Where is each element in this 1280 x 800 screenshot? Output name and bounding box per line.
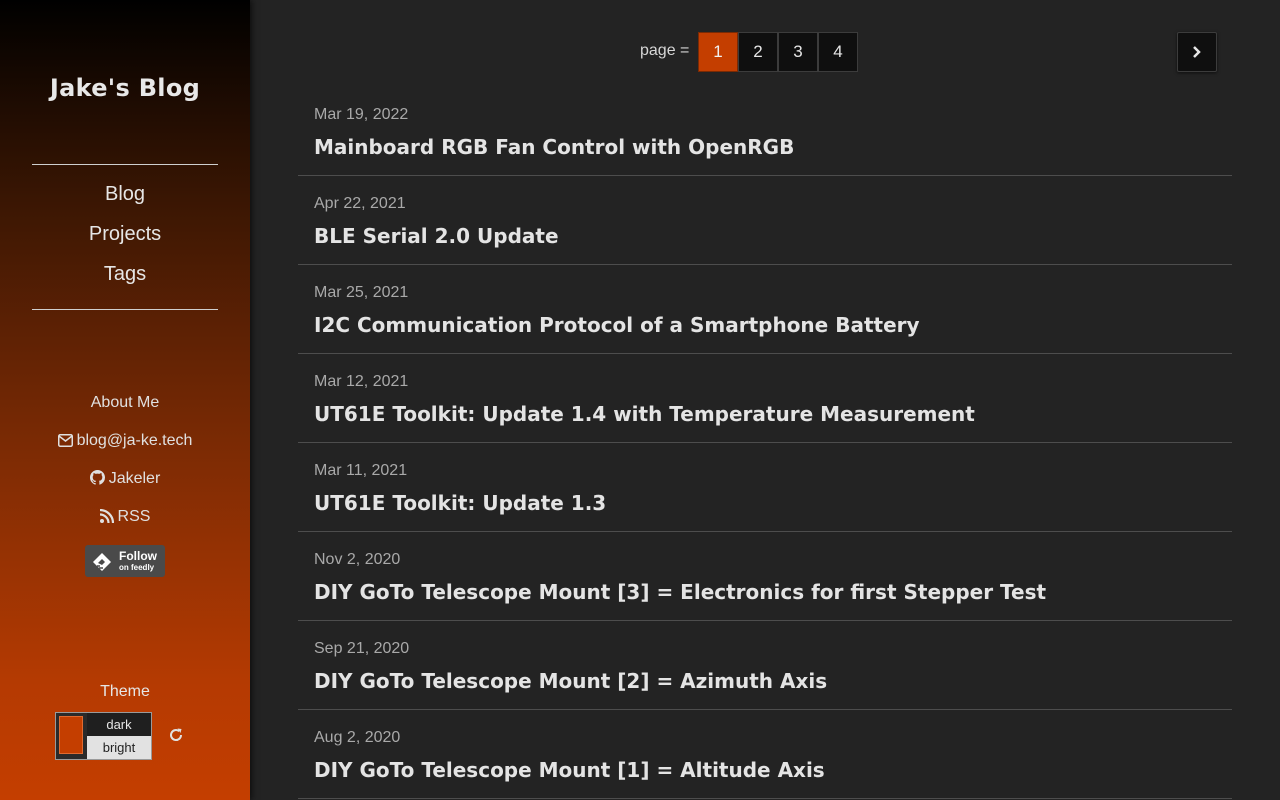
email-address: blog@ja-ke.tech: [76, 432, 193, 449]
post-date: Mar 25, 2021: [314, 284, 409, 301]
about-me-link[interactable]: About Me: [0, 392, 250, 430]
rss-label: RSS: [117, 508, 151, 525]
nav-item-tags[interactable]: Tags: [32, 259, 218, 299]
post-date: Aug 2, 2020: [314, 729, 401, 746]
about-me-label: About Me: [90, 394, 160, 411]
post-title-link[interactable]: Mainboard RGB Fan Control with OpenRGB: [314, 135, 794, 159]
theme-color-swatch[interactable]: [59, 716, 83, 754]
page-button-2[interactable]: 2: [738, 32, 778, 72]
post-title-link[interactable]: UT61E Toolkit: Update 1.3: [314, 491, 606, 515]
feedly-icon: [91, 552, 113, 576]
post-item[interactable]: Sep 21, 2020 DIY GoTo Telescope Mount [2…: [298, 621, 1232, 710]
post-list: Mar 19, 2022 Mainboard RGB Fan Control w…: [298, 87, 1232, 799]
main-nav: Blog Projects Tags: [32, 164, 218, 310]
pagination-label: page =: [640, 42, 690, 59]
post-title-link[interactable]: BLE Serial 2.0 Update: [314, 224, 559, 248]
post-date: Mar 12, 2021: [314, 373, 409, 390]
nav-item-blog[interactable]: Blog: [32, 179, 218, 219]
main-content: page = 1 2 3 4 Mar 19, 2022 Mainboard RG…: [250, 0, 1280, 800]
nav-item-projects[interactable]: Projects: [32, 219, 218, 259]
post-item[interactable]: Apr 22, 2021 BLE Serial 2.0 Update: [298, 176, 1232, 265]
page-button-4[interactable]: 4: [818, 32, 858, 72]
theme-option-bright[interactable]: bright: [87, 736, 151, 759]
email-link[interactable]: blog@ja-ke.tech: [0, 430, 250, 468]
site-title[interactable]: Jake's Blog: [0, 74, 250, 102]
github-link[interactable]: Jakeler: [0, 468, 250, 506]
follow-on-feedly-button[interactable]: Follow on feedly: [85, 545, 165, 577]
post-item[interactable]: Aug 2, 2020 DIY GoTo Telescope Mount [1]…: [298, 710, 1232, 799]
theme-selector[interactable]: dark bright: [55, 712, 152, 760]
chevron-right-icon: [1193, 46, 1201, 58]
post-date: Sep 21, 2020: [314, 640, 410, 657]
post-title-link[interactable]: DIY GoTo Telescope Mount [3] = Electroni…: [314, 580, 1046, 604]
feedly-label-line2: on feedly: [119, 563, 155, 572]
github-username: Jakeler: [108, 470, 161, 487]
post-date: Mar 11, 2021: [314, 462, 408, 479]
sidebar: Jake's Blog Blog Projects Tags About Me …: [0, 0, 250, 800]
page-button-1[interactable]: 1: [698, 32, 738, 72]
post-title-link[interactable]: DIY GoTo Telescope Mount [1] = Altitude …: [314, 758, 825, 782]
post-title-link[interactable]: DIY GoTo Telescope Mount [2] = Azimuth A…: [314, 669, 827, 693]
rss-link[interactable]: RSS: [0, 506, 250, 544]
theme-option-dark[interactable]: dark: [87, 713, 151, 736]
refresh-icon[interactable]: [167, 727, 185, 745]
next-page-button[interactable]: [1177, 32, 1217, 72]
post-item[interactable]: Mar 11, 2021 UT61E Toolkit: Update 1.3: [298, 443, 1232, 532]
post-title-link[interactable]: I2C Communication Protocol of a Smartpho…: [314, 313, 920, 337]
post-date: Mar 19, 2022: [314, 106, 409, 123]
page-button-3[interactable]: 3: [778, 32, 818, 72]
post-date: Nov 2, 2020: [314, 551, 401, 568]
envelope-icon: [57, 432, 73, 454]
sidebar-links: About Me blog@ja-ke.tech Jakeler RSS: [0, 392, 250, 544]
feedly-label-line1: Follow: [119, 549, 157, 563]
post-item[interactable]: Mar 12, 2021 UT61E Toolkit: Update 1.4 w…: [298, 354, 1232, 443]
post-title-link[interactable]: UT61E Toolkit: Update 1.4 with Temperatu…: [314, 402, 975, 426]
post-item[interactable]: Mar 19, 2022 Mainboard RGB Fan Control w…: [298, 87, 1232, 176]
post-item[interactable]: Nov 2, 2020 DIY GoTo Telescope Mount [3]…: [298, 532, 1232, 621]
post-date: Apr 22, 2021: [314, 195, 406, 212]
post-item[interactable]: Mar 25, 2021 I2C Communication Protocol …: [298, 265, 1232, 354]
github-icon: [89, 470, 105, 492]
rss-icon: [99, 508, 114, 530]
theme-label: Theme: [100, 683, 150, 700]
